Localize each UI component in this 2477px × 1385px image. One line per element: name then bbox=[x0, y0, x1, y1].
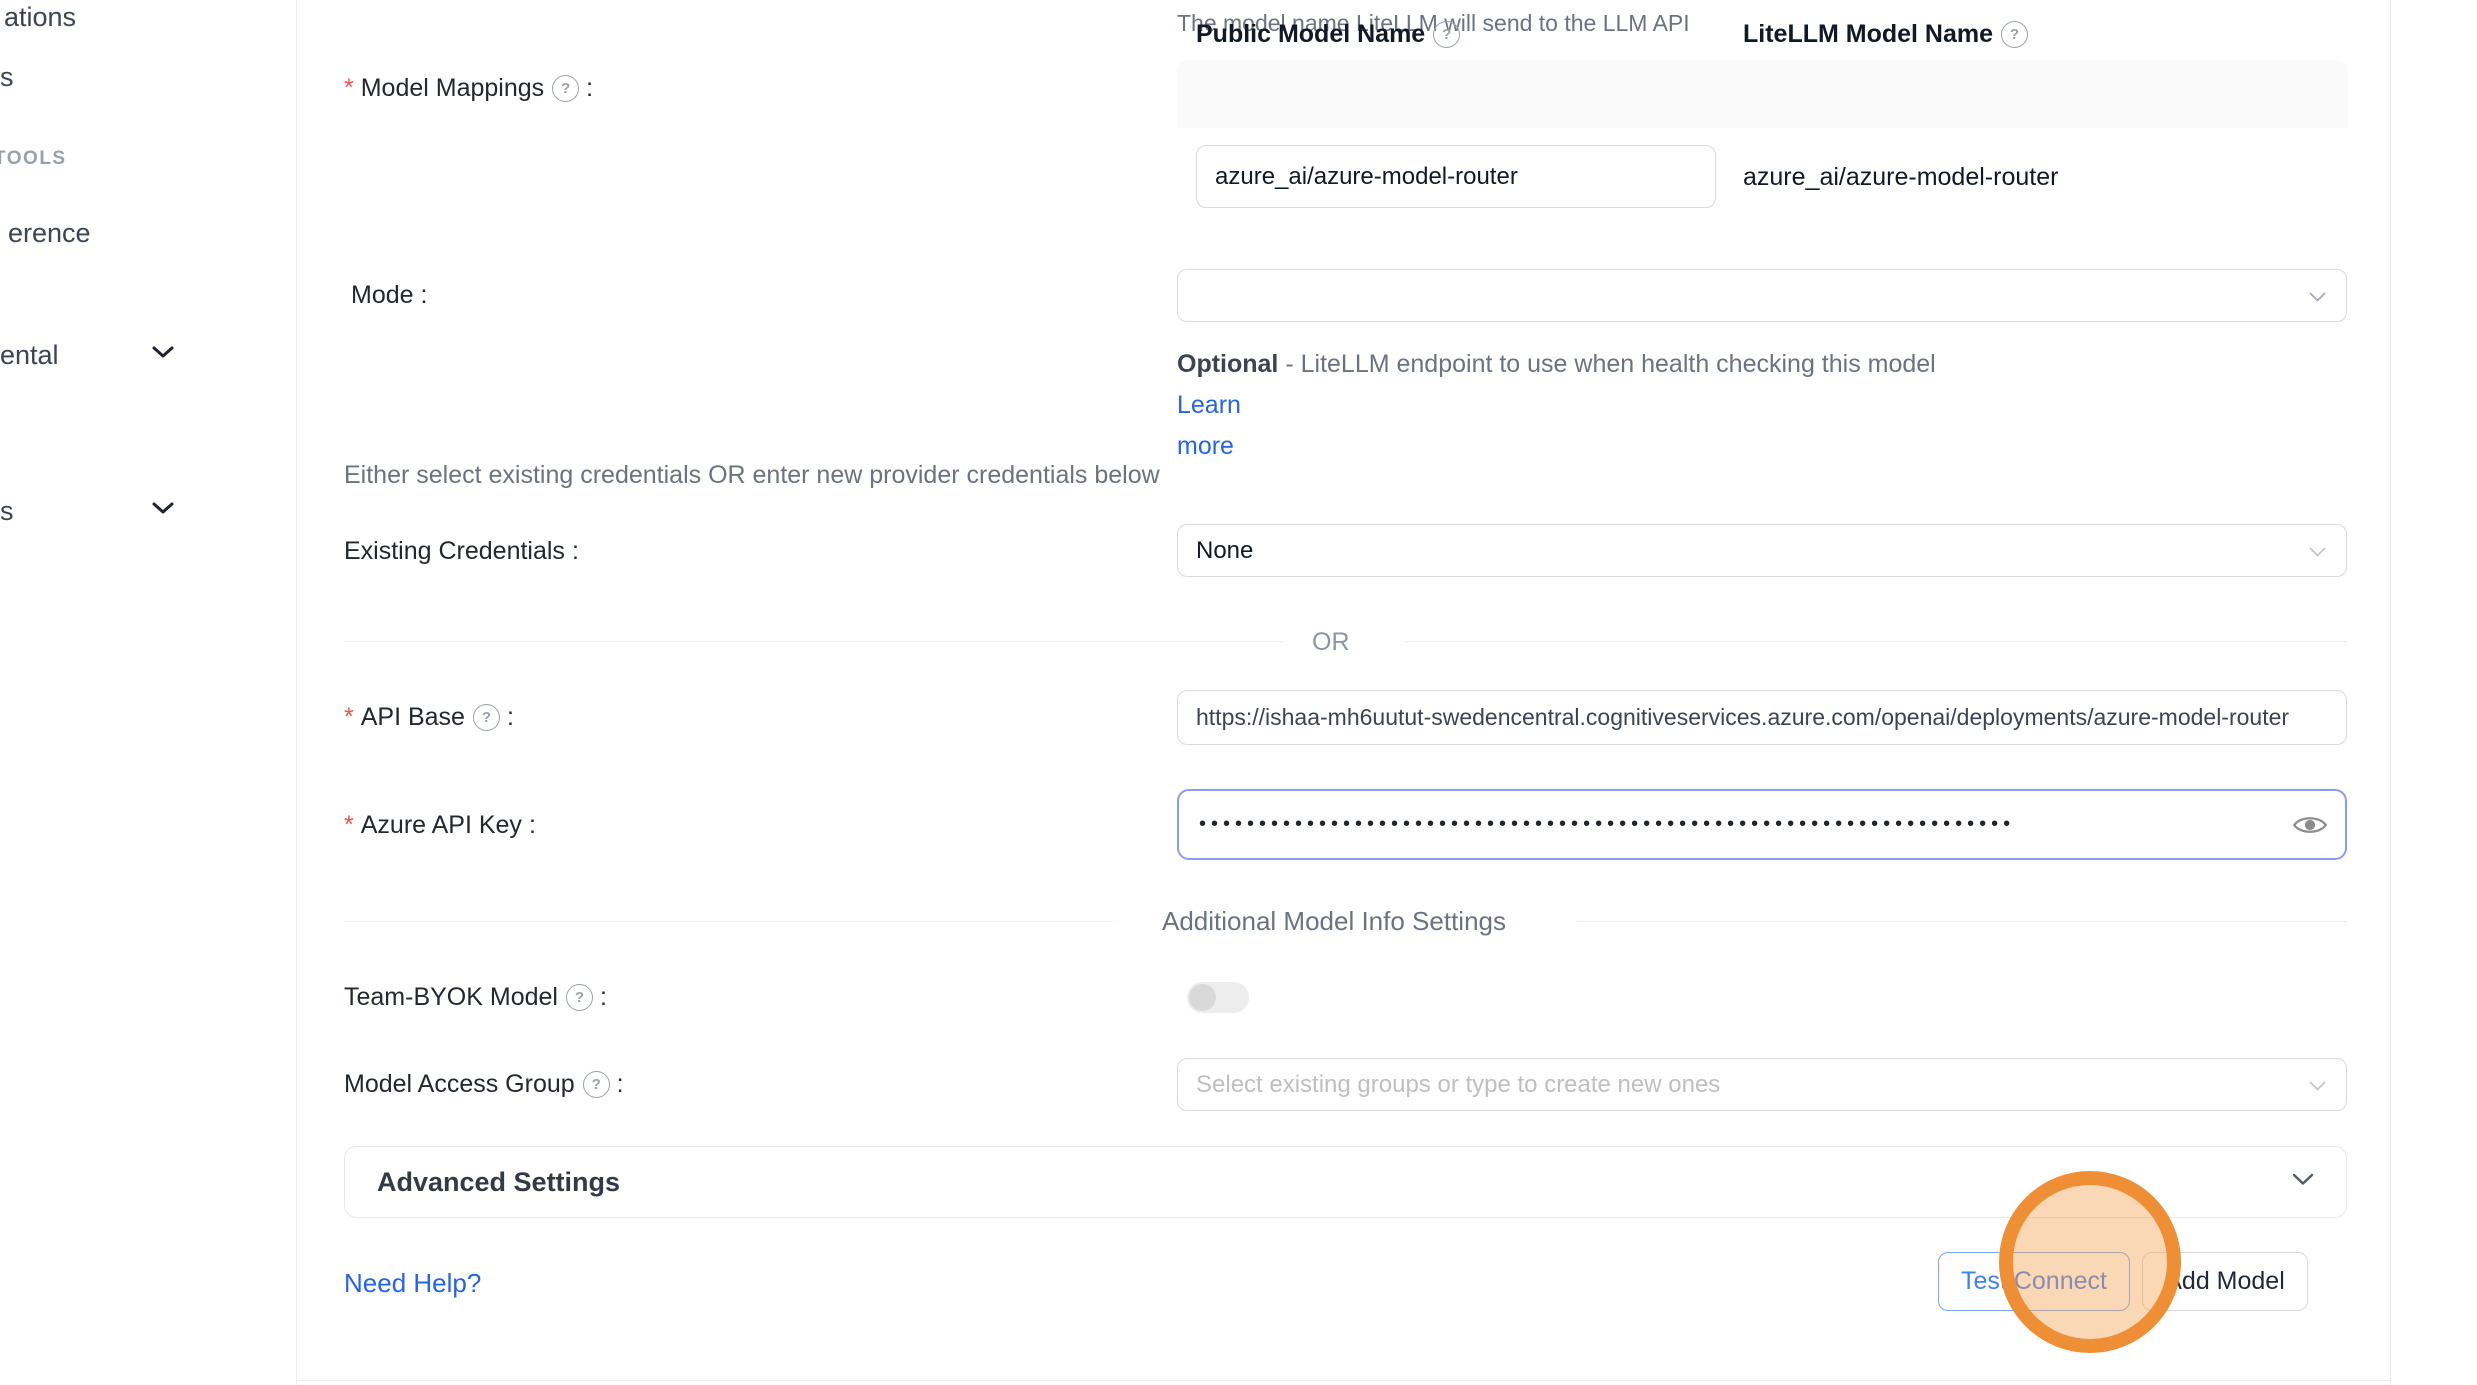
need-help-link[interactable]: Need Help? bbox=[344, 1268, 481, 1299]
required-asterisk: * bbox=[344, 74, 354, 103]
column-header-public-model-name: Public Model Name ? bbox=[1196, 0, 1726, 68]
or-divider-line-left bbox=[344, 641, 1284, 642]
sidebar: ations s TOOLS erence ental s bbox=[0, 0, 297, 1385]
advanced-settings-title: Advanced Settings bbox=[377, 1167, 620, 1198]
api-base-input[interactable] bbox=[1177, 690, 2347, 745]
additional-settings-divider-text: Additional Model Info Settings bbox=[1162, 906, 1506, 937]
or-divider-line-right bbox=[1404, 641, 2347, 642]
credentials-note: Either select existing credentials OR en… bbox=[344, 461, 1160, 490]
required-asterisk: * bbox=[344, 703, 354, 732]
sidebar-item-organizations[interactable]: ations bbox=[4, 2, 76, 33]
mode-label: Mode : bbox=[351, 281, 428, 310]
existing-credentials-label: Existing Credentials : bbox=[344, 537, 579, 566]
sidebar-item-reference[interactable]: erence bbox=[8, 218, 91, 249]
model-access-group-placeholder: Select existing groups or type to create… bbox=[1196, 1071, 1720, 1099]
model-access-group-label: Model Access Group ? : bbox=[344, 1070, 624, 1099]
public-model-name-input[interactable] bbox=[1196, 145, 1716, 208]
help-icon[interactable]: ? bbox=[1433, 21, 1460, 48]
help-icon[interactable]: ? bbox=[552, 75, 579, 102]
learn-more-link[interactable]: Learn bbox=[1177, 391, 1241, 419]
chevron-down-icon bbox=[2309, 537, 2326, 565]
required-asterisk: * bbox=[344, 811, 354, 840]
add-model-form-page: ations s TOOLS erence ental s The model … bbox=[0, 0, 2477, 1385]
or-divider-text: OR bbox=[1312, 628, 1350, 657]
litellm-model-name-value: azure_ai/azure-model-router bbox=[1743, 163, 2058, 192]
toggle-knob bbox=[1189, 984, 1216, 1011]
team-byok-label: Team-BYOK Model ? : bbox=[344, 983, 607, 1012]
api-base-label: * API Base ? : bbox=[344, 703, 514, 732]
sidebar-section-tools: TOOLS bbox=[0, 148, 67, 170]
eye-icon[interactable] bbox=[2292, 812, 2328, 843]
existing-credentials-select[interactable]: None bbox=[1177, 524, 2347, 577]
sidebar-item-settings[interactable]: s bbox=[0, 496, 14, 527]
advanced-settings-expander[interactable]: Advanced Settings bbox=[344, 1146, 2347, 1218]
column-header-litellm-model-name: LiteLLM Model Name ? bbox=[1743, 0, 2303, 68]
chevron-down-icon bbox=[2309, 282, 2326, 310]
learn-more-link[interactable]: more bbox=[1177, 432, 1234, 460]
azure-api-key-input[interactable]: ••••••••••••••••••••••••••••••••••••••••… bbox=[1177, 789, 2347, 860]
sidebar-item-experimental[interactable]: ental bbox=[0, 340, 59, 371]
chevron-down-icon bbox=[2292, 1173, 2314, 1191]
chevron-down-icon bbox=[152, 346, 174, 364]
help-icon[interactable]: ? bbox=[583, 1071, 610, 1098]
team-byok-toggle[interactable] bbox=[1187, 982, 1249, 1013]
masked-api-key-value: ••••••••••••••••••••••••••••••••••••••••… bbox=[1199, 813, 2015, 836]
mode-helper-text: Optional - LiteLLM endpoint to use when … bbox=[1177, 344, 1987, 467]
help-icon[interactable]: ? bbox=[566, 984, 593, 1011]
card-bottom-border bbox=[297, 1380, 2390, 1381]
test-connect-button[interactable]: Test Connect bbox=[1938, 1252, 2130, 1311]
additional-divider-line-right bbox=[1578, 921, 2347, 922]
chevron-down-icon bbox=[152, 502, 174, 520]
card-right-border bbox=[2390, 0, 2391, 1385]
additional-divider-line-left bbox=[344, 921, 1114, 922]
sidebar-item-1[interactable]: s bbox=[0, 62, 14, 93]
mode-select[interactable] bbox=[1177, 269, 2347, 322]
chevron-down-icon bbox=[2309, 1071, 2326, 1099]
azure-api-key-label: * Azure API Key : bbox=[344, 811, 536, 840]
model-access-group-select[interactable]: Select existing groups or type to create… bbox=[1177, 1058, 2347, 1111]
help-icon[interactable]: ? bbox=[473, 704, 500, 731]
model-mappings-table-header bbox=[1177, 60, 2348, 128]
help-icon[interactable]: ? bbox=[2001, 21, 2028, 48]
model-mappings-label: * Model Mappings ? : bbox=[344, 74, 593, 103]
add-model-button[interactable]: Add Model bbox=[2142, 1252, 2308, 1311]
